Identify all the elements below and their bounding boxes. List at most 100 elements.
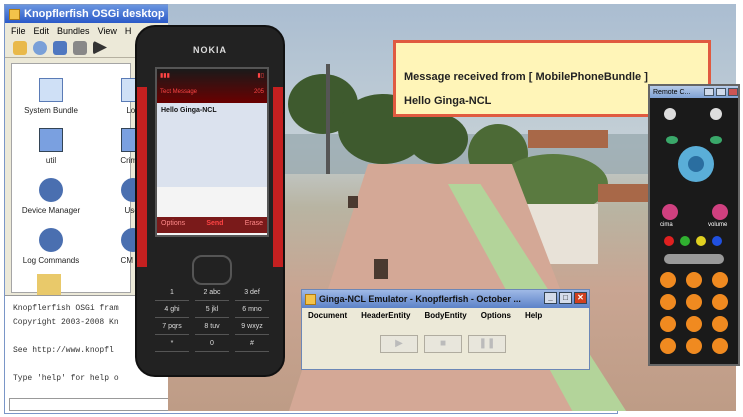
- phone-message-area[interactable]: Hello Ginga-NCL: [157, 103, 267, 187]
- remote-control-window: Remote C... cima volume: [648, 84, 740, 366]
- open-folder-icon[interactable]: [13, 40, 27, 55]
- maximize-button[interactable]: [716, 88, 726, 96]
- minimize-button[interactable]: [704, 88, 714, 96]
- key-6[interactable]: 6 mno: [235, 306, 269, 318]
- phone-navigation-key[interactable]: [192, 255, 232, 285]
- menu-view[interactable]: View: [98, 26, 117, 36]
- phone-status-bar: ▮▮▮ ▮▯ Tect Message 205: [157, 69, 267, 103]
- bundle-gear-icon[interactable]: [33, 40, 47, 55]
- remote-number-key[interactable]: [712, 272, 728, 288]
- key-1[interactable]: 1: [155, 289, 189, 301]
- ginga-app-icon: [305, 293, 316, 305]
- lamp-post: [326, 64, 330, 174]
- remote-cima-label: cima: [660, 222, 673, 228]
- softkey-erase[interactable]: Erase: [245, 220, 263, 230]
- bundle-label: System Bundle: [24, 106, 78, 115]
- phone-char-counter: 205: [253, 89, 264, 95]
- menu-header-entity[interactable]: HeaderEntity: [361, 311, 410, 320]
- menu-body-entity[interactable]: BodyEntity: [424, 311, 466, 320]
- remote-number-key[interactable]: [660, 316, 676, 332]
- remote-volume-label: volume: [708, 222, 728, 228]
- phone-screen: ▮▮▮ ▮▯ Tect Message 205 Hello Ginga-NCL …: [155, 67, 269, 237]
- remote-number-key[interactable]: [712, 316, 728, 332]
- remote-playback-controls[interactable]: [664, 254, 724, 264]
- ginga-emulator-window: Ginga-NCL Emulator - Knopflerfish - Octo…: [301, 289, 590, 370]
- phone-status-text: Tect Message: [160, 89, 198, 95]
- power-icon[interactable]: [710, 108, 722, 120]
- battery-icon: ▮▯: [257, 73, 264, 79]
- close-button[interactable]: [728, 88, 738, 96]
- disk-icon[interactable]: [73, 40, 87, 55]
- remote-green-key[interactable]: [666, 136, 678, 144]
- bench: [348, 196, 358, 208]
- menu-bundles[interactable]: Bundles: [57, 26, 90, 36]
- key-7[interactable]: 7 pqrs: [155, 323, 189, 335]
- tree: [408, 114, 468, 164]
- bundle-util[interactable]: util: [16, 128, 86, 165]
- gear-icon: [39, 228, 63, 252]
- key-5[interactable]: 5 jkl: [195, 306, 229, 318]
- nokia-phone: NOKIA ▮▮▮ ▮▯ Tect Message 205 Hello Ging…: [135, 25, 285, 377]
- remote-ok-button[interactable]: [688, 156, 704, 172]
- key-2[interactable]: 2 abc: [195, 289, 229, 301]
- menu-file[interactable]: File: [11, 26, 26, 36]
- remote-number-key[interactable]: [686, 338, 702, 354]
- bundle-device-manager[interactable]: Device Manager: [16, 178, 86, 215]
- softkey-options[interactable]: Options: [161, 220, 185, 230]
- remote-cima-button[interactable]: [662, 204, 678, 220]
- play-button[interactable]: ▶: [380, 335, 418, 353]
- remote-number-key[interactable]: [660, 338, 676, 354]
- remote-number-key[interactable]: [686, 316, 702, 332]
- remote-titlebar[interactable]: Remote C...: [650, 86, 738, 98]
- phone-softkeys: Options Send Erase: [157, 217, 267, 233]
- menu-document[interactable]: Document: [308, 311, 347, 320]
- bundle-label: Log Commands: [22, 256, 80, 265]
- eject-icon[interactable]: [664, 108, 676, 120]
- start-icon[interactable]: [93, 40, 107, 55]
- stop-button[interactable]: ■: [424, 335, 462, 353]
- desktop: Knopflerfish OSGi desktop (kno File Edit…: [0, 0, 743, 417]
- remote-number-key[interactable]: [686, 294, 702, 310]
- signal-icon: ▮▮▮: [160, 73, 170, 79]
- bundle-label: util: [45, 156, 57, 165]
- save-icon[interactable]: [53, 40, 67, 55]
- knopflerfish-app-icon: [9, 8, 20, 20]
- bundle-system[interactable]: System Bundle: [16, 78, 86, 115]
- phone-message-text: Hello Ginga-NCL: [161, 107, 217, 114]
- remote-number-key[interactable]: [686, 272, 702, 288]
- remote-blue-key[interactable]: [712, 236, 722, 246]
- remote-green-key[interactable]: [710, 136, 722, 144]
- maximize-button[interactable]: □: [559, 292, 572, 304]
- menu-help[interactable]: Help: [525, 311, 542, 320]
- key-hash[interactable]: #: [235, 340, 269, 352]
- key-0[interactable]: 0: [195, 340, 229, 352]
- ginga-titlebar[interactable]: Ginga-NCL Emulator - Knopflerfish - Octo…: [302, 290, 589, 308]
- key-3[interactable]: 3 def: [235, 289, 269, 301]
- minimize-button[interactable]: _: [544, 292, 557, 304]
- remote-number-key[interactable]: [660, 272, 676, 288]
- pause-button[interactable]: ❚❚: [468, 335, 506, 353]
- remote-green-color-key[interactable]: [680, 236, 690, 246]
- key-8[interactable]: 8 tuv: [195, 323, 229, 335]
- key-4[interactable]: 4 ghi: [155, 306, 189, 318]
- cube-icon: [39, 128, 63, 152]
- menu-help[interactable]: H: [125, 26, 132, 36]
- close-button[interactable]: ✕: [574, 292, 587, 304]
- remote-number-key[interactable]: [712, 338, 728, 354]
- gear-icon: [39, 178, 63, 202]
- ginga-menubar: Document HeaderEntity BodyEntity Options…: [302, 308, 589, 323]
- remote-number-key[interactable]: [712, 294, 728, 310]
- remote-number-key[interactable]: [660, 294, 676, 310]
- menu-options[interactable]: Options: [481, 311, 511, 320]
- key-star[interactable]: *: [155, 340, 189, 352]
- remote-yellow-key[interactable]: [696, 236, 706, 246]
- bench: [374, 259, 388, 279]
- key-9[interactable]: 9 wxyz: [235, 323, 269, 335]
- house-roof: [528, 130, 608, 148]
- bundle-icon: [39, 78, 63, 102]
- softkey-send[interactable]: Send: [206, 220, 223, 230]
- menu-edit[interactable]: Edit: [34, 26, 50, 36]
- remote-volume-button[interactable]: [712, 204, 728, 220]
- bundle-log-commands[interactable]: Log Commands: [16, 228, 86, 265]
- remote-red-key[interactable]: [664, 236, 674, 246]
